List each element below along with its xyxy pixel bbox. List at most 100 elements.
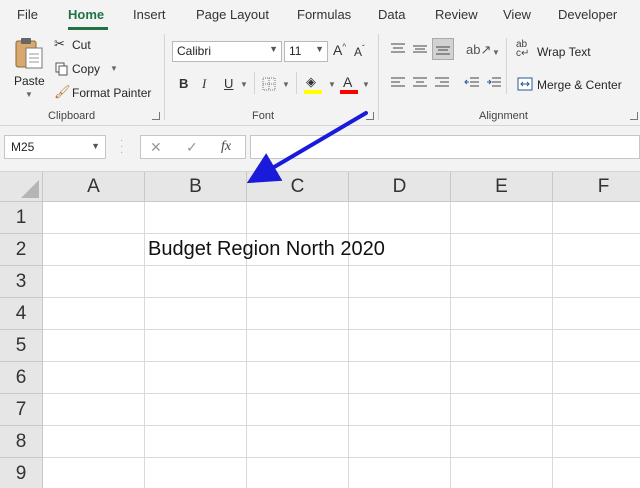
shrink-font-button[interactable]: Aˇ <box>354 44 365 59</box>
grid-cell[interactable] <box>43 458 145 488</box>
cell-b2[interactable]: Budget Region North 2020 <box>148 238 385 261</box>
grid-cell[interactable] <box>247 266 349 298</box>
chevron-down-icon[interactable]: ▼ <box>492 48 500 57</box>
grid-cell[interactable] <box>145 202 247 234</box>
align-center-icon[interactable] <box>412 76 428 90</box>
tab-file[interactable]: File <box>17 7 38 22</box>
underline-button[interactable]: U <box>224 76 233 91</box>
decrease-indent-icon[interactable] <box>464 76 480 90</box>
grid-cell[interactable] <box>43 266 145 298</box>
grid-cell[interactable] <box>451 426 553 458</box>
font-color-button[interactable]: A <box>340 74 362 96</box>
insert-function-icon[interactable]: fx <box>221 139 231 155</box>
grid-cell[interactable] <box>145 298 247 330</box>
grid-cell[interactable] <box>349 426 451 458</box>
name-box[interactable]: M25 ▼ <box>4 135 106 159</box>
grid-cell[interactable] <box>451 394 553 426</box>
alignment-launcher-icon[interactable] <box>630 112 638 120</box>
grid-cell[interactable] <box>43 426 145 458</box>
grid-cell[interactable] <box>145 458 247 488</box>
grid-cell[interactable] <box>349 330 451 362</box>
grid-cell[interactable] <box>247 330 349 362</box>
grid-cell[interactable] <box>553 362 640 394</box>
row-header-3[interactable]: 3 <box>0 266 43 298</box>
font-name-select[interactable]: Calibri ▼ <box>172 41 282 62</box>
grid-cell[interactable] <box>451 234 553 266</box>
grid-cell[interactable] <box>145 330 247 362</box>
grid-cell[interactable] <box>553 234 640 266</box>
merge-center-button[interactable]: Merge & Center <box>516 75 636 93</box>
align-right-icon[interactable] <box>434 76 450 90</box>
formula-input[interactable] <box>250 135 640 159</box>
tab-data[interactable]: Data <box>378 7 405 22</box>
column-header-f[interactable]: F <box>553 172 640 202</box>
grid-cell[interactable] <box>553 330 640 362</box>
italic-button[interactable]: I <box>202 76 206 92</box>
row-header-2[interactable]: 2 <box>0 234 43 266</box>
column-header-a[interactable]: A <box>43 172 145 202</box>
row-header-9[interactable]: 9 <box>0 458 43 488</box>
tab-formulas[interactable]: Formulas <box>297 7 351 22</box>
grid-cell[interactable] <box>553 426 640 458</box>
wrap-text-button[interactable]: ab c↵ Wrap Text <box>516 40 596 60</box>
borders-icon[interactable] <box>262 77 276 91</box>
tab-insert[interactable]: Insert <box>133 7 166 22</box>
bold-button[interactable]: B <box>179 76 188 91</box>
grid-cell[interactable] <box>43 394 145 426</box>
align-top-icon[interactable] <box>390 42 406 56</box>
grid-cell[interactable] <box>553 266 640 298</box>
chevron-down-icon[interactable]: ▼ <box>282 80 290 89</box>
grid-cell[interactable] <box>349 362 451 394</box>
grid-cell[interactable] <box>349 458 451 488</box>
grid-cell[interactable] <box>553 202 640 234</box>
chevron-down-icon[interactable]: ▼ <box>240 80 248 89</box>
grid-cell[interactable] <box>553 394 640 426</box>
cut-button[interactable]: ✂ Cut <box>54 36 104 54</box>
grid-cell[interactable] <box>553 458 640 488</box>
cancel-icon[interactable]: ✕ <box>150 139 162 156</box>
grid-cell[interactable] <box>553 298 640 330</box>
grid-cell[interactable] <box>43 330 145 362</box>
row-header-7[interactable]: 7 <box>0 394 43 426</box>
select-all-button[interactable] <box>0 172 43 202</box>
column-header-b[interactable]: B <box>145 172 247 202</box>
grid-cell[interactable] <box>145 362 247 394</box>
fill-color-button[interactable]: ◈ <box>304 74 326 96</box>
splitter-handle-icon[interactable]: · · · <box>120 136 123 158</box>
grid-cell[interactable] <box>451 330 553 362</box>
grid-cell[interactable] <box>43 234 145 266</box>
grid-cell[interactable] <box>349 298 451 330</box>
format-painter-button[interactable]: 🖌 Format Painter <box>54 84 154 102</box>
font-launcher-icon[interactable] <box>366 112 374 120</box>
increase-indent-icon[interactable] <box>486 76 502 90</box>
grid-cell[interactable] <box>43 202 145 234</box>
grid-cell[interactable] <box>349 266 451 298</box>
grid-cell[interactable] <box>451 362 553 394</box>
row-header-8[interactable]: 8 <box>0 426 43 458</box>
row-header-5[interactable]: 5 <box>0 330 43 362</box>
chevron-down-icon[interactable]: ▼ <box>328 80 336 89</box>
tab-review[interactable]: Review <box>435 7 478 22</box>
clipboard-launcher-icon[interactable] <box>152 112 160 120</box>
font-size-select[interactable]: 11 ▼ <box>284 41 328 62</box>
tab-home[interactable]: Home <box>68 7 104 22</box>
grid-cell[interactable] <box>145 266 247 298</box>
row-header-6[interactable]: 6 <box>0 362 43 394</box>
grid-cell[interactable] <box>451 266 553 298</box>
chevron-down-icon[interactable]: ▼ <box>362 80 370 89</box>
enter-icon[interactable]: ✓ <box>186 139 198 156</box>
paste-button[interactable]: Paste ▼ <box>8 34 48 100</box>
align-bottom-button[interactable] <box>432 38 454 60</box>
grid-cell[interactable] <box>247 202 349 234</box>
align-left-icon[interactable] <box>390 76 406 90</box>
grid-cell[interactable] <box>247 458 349 488</box>
align-middle-icon[interactable] <box>412 42 428 56</box>
row-header-4[interactable]: 4 <box>0 298 43 330</box>
orientation-icon[interactable]: ab↗ <box>466 42 491 58</box>
grid-cell[interactable] <box>145 426 247 458</box>
grid-cell[interactable] <box>247 394 349 426</box>
column-header-e[interactable]: E <box>451 172 553 202</box>
row-header-1[interactable]: 1 <box>0 202 43 234</box>
column-header-c[interactable]: C <box>247 172 349 202</box>
tab-view[interactable]: View <box>503 7 531 22</box>
